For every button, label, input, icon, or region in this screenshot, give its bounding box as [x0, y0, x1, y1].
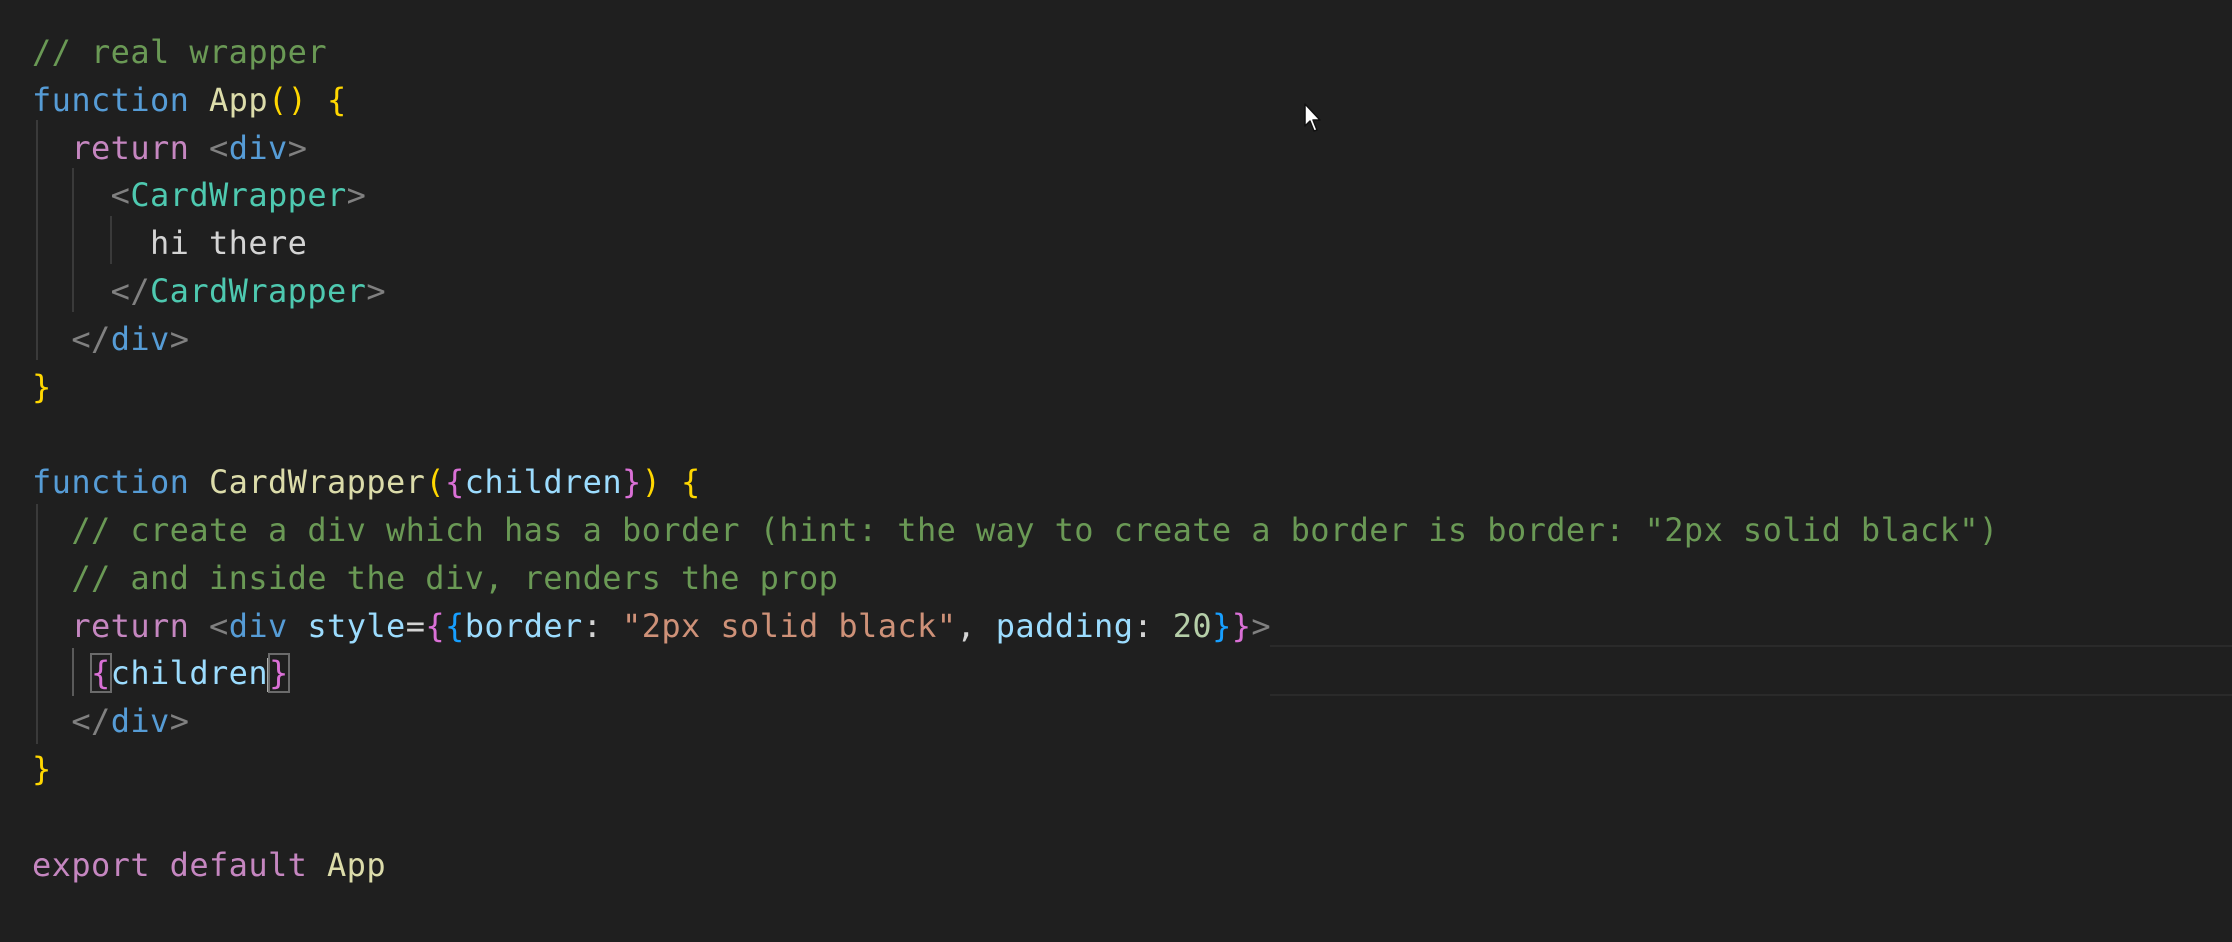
code-token: }	[1231, 606, 1252, 645]
code-line[interactable]: hi there	[32, 219, 307, 267]
code-token: div	[228, 606, 288, 645]
code-token: {	[445, 606, 465, 645]
code-token: </	[71, 319, 111, 358]
code-token: padding	[995, 606, 1134, 645]
code-line[interactable]: // real wrapper	[32, 28, 327, 76]
code-token: >	[169, 702, 190, 741]
code-token: div	[228, 128, 288, 167]
code-token: }	[32, 367, 52, 406]
code-token: div	[110, 702, 170, 741]
code-line[interactable]: function App() {	[32, 76, 347, 124]
code-token: }	[32, 750, 52, 788]
code-line[interactable]: export default App	[32, 841, 386, 889]
code-token: (	[425, 463, 445, 502]
code-token: function	[32, 463, 190, 502]
code-token: div	[110, 319, 170, 358]
current-line-highlight	[1270, 645, 2232, 696]
code-line[interactable]: }	[32, 363, 52, 411]
code-token: :	[582, 606, 623, 645]
code-token: >	[287, 128, 308, 167]
mouse-pointer-icon	[1304, 103, 1321, 132]
code-token: App	[327, 845, 387, 884]
code-token: App	[209, 80, 268, 119]
code-token: {	[90, 653, 112, 694]
code-line[interactable]: {children}	[32, 649, 290, 697]
code-token: <	[110, 176, 131, 215]
code-token: {	[425, 606, 446, 645]
code-token: children	[110, 654, 268, 693]
code-token: >	[366, 272, 387, 310]
code-token: return	[71, 606, 190, 645]
code-line[interactable]: // and inside the div, renders the prop	[32, 554, 838, 602]
code-token: CardWrapper	[209, 463, 426, 502]
code-token: // real wrapper	[32, 33, 327, 71]
code-token: hi there	[150, 224, 308, 263]
code-token: 20	[1172, 606, 1213, 645]
code-editor[interactable]: // real wrapper function App() { return <…	[0, 0, 2232, 942]
code-token: children	[464, 463, 622, 502]
code-line[interactable]: </div>	[32, 315, 189, 363]
code-token: return	[71, 128, 190, 167]
code-token: </	[71, 702, 111, 741]
code-token: {	[681, 463, 701, 502]
code-token: // create a div which has a border (hint…	[32, 511, 1999, 549]
code-token: =	[405, 606, 426, 645]
code-token: function	[32, 80, 190, 119]
code-token: {	[445, 463, 465, 502]
code-line[interactable]: </div>	[32, 697, 189, 745]
code-token: >	[169, 319, 190, 358]
code-token: </	[110, 272, 151, 310]
code-token: }	[1212, 606, 1232, 645]
code-token: :	[1133, 606, 1173, 645]
code-token: ()	[268, 80, 308, 119]
code-token: <	[209, 128, 229, 167]
code-line[interactable]: }	[32, 745, 52, 793]
code-token: >	[1251, 606, 1272, 645]
code-line[interactable]: // create a div which has a border (hint…	[32, 506, 1999, 554]
code-token: CardWrapper	[130, 176, 347, 215]
code-token: default	[169, 845, 308, 884]
code-token: "2px solid black"	[622, 606, 957, 645]
code-line[interactable]: function CardWrapper({children}) {	[32, 458, 701, 506]
code-token: )	[641, 463, 662, 502]
code-token: ,	[956, 606, 996, 645]
code-token: }	[268, 653, 290, 694]
code-line[interactable]: return <div style={{border: "2px solid b…	[32, 602, 1271, 650]
code-line[interactable]: <CardWrapper>	[32, 171, 366, 219]
code-token: {	[327, 80, 347, 119]
code-line[interactable]: </CardWrapper>	[32, 267, 386, 315]
code-token: export	[32, 845, 150, 884]
code-token: <	[209, 606, 229, 645]
code-token: border	[464, 606, 583, 645]
code-token: >	[346, 176, 367, 215]
code-token: }	[622, 463, 642, 502]
code-line[interactable]: return <div>	[32, 124, 307, 172]
code-token: CardWrapper	[150, 272, 367, 310]
code-token: // and inside the div, renders the prop	[32, 558, 839, 597]
code-token: style	[307, 606, 406, 645]
